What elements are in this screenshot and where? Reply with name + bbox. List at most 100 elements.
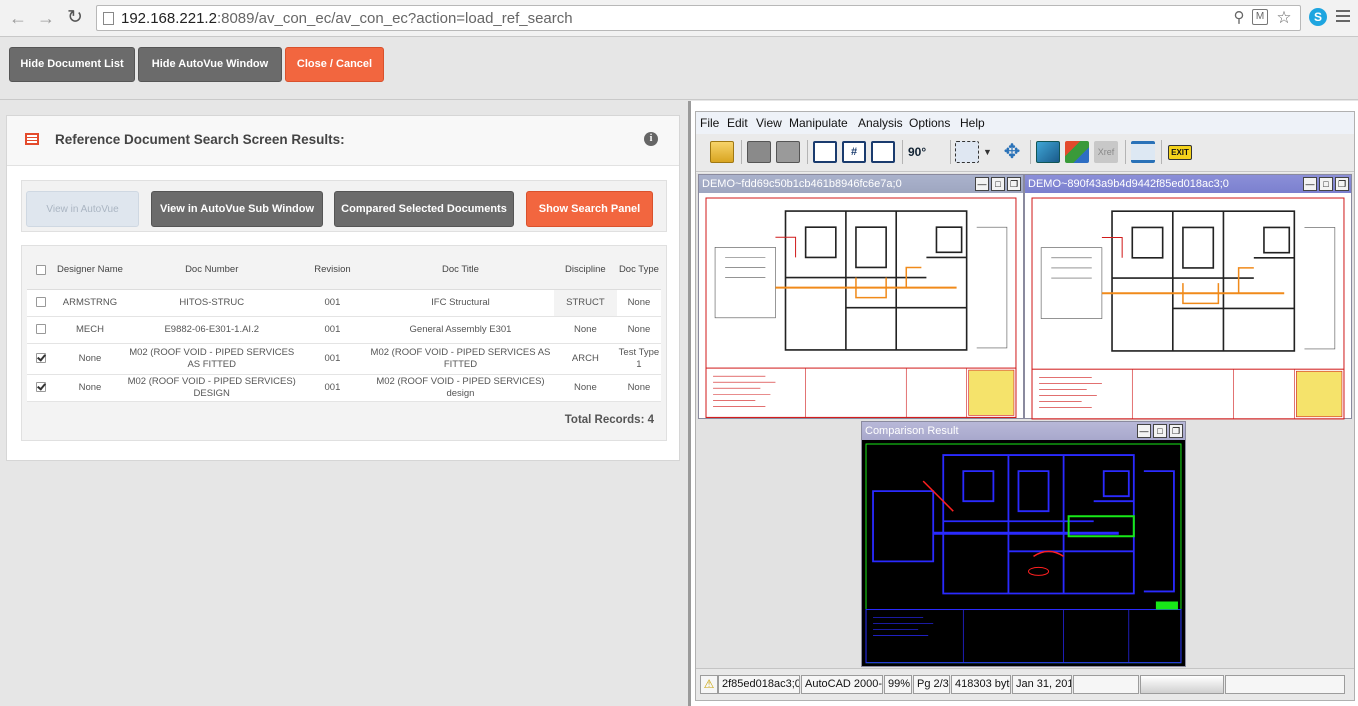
hide-document-list-button[interactable]: Hide Document List xyxy=(9,47,135,82)
menu-manipulate[interactable]: Manipulate xyxy=(789,116,848,130)
col-discipline[interactable]: Discipline xyxy=(553,251,617,290)
menu-analysis[interactable]: Analysis xyxy=(858,116,903,130)
address-bar[interactable]: 192.168.221.2:8089/av_con_ec/av_con_ec?a… xyxy=(96,5,1301,31)
rotate-icon[interactable]: 90° xyxy=(908,141,942,163)
menu-options[interactable]: Options xyxy=(909,116,950,130)
menu-edit[interactable]: Edit xyxy=(727,116,748,130)
zoom-icon[interactable]: ⚲ xyxy=(1230,9,1248,27)
first-page-icon[interactable] xyxy=(813,141,837,163)
extension-icon[interactable]: M xyxy=(1252,9,1268,25)
row-checkbox[interactable] xyxy=(35,296,46,307)
card-title: Reference Document Search Screen Results… xyxy=(55,132,345,147)
cell-discipline: None xyxy=(553,374,617,402)
maximize-icon[interactable]: □ xyxy=(991,177,1005,191)
cell-title: IFC Structural xyxy=(367,289,554,317)
forward-arrow-icon[interactable]: → xyxy=(35,7,57,29)
open-folder-icon[interactable] xyxy=(710,141,734,163)
view-in-autovue-sub-window-button[interactable]: View in AutoVue Sub Window xyxy=(151,191,323,227)
exit-icon[interactable]: EXIT xyxy=(1168,145,1192,160)
document-list-panel: Reference Document Search Screen Results… xyxy=(0,101,688,706)
status-file: 2f85ed018ac3;0 xyxy=(718,675,800,694)
table-row[interactable]: None M02 (ROOF VOID - PIPED SERVICES AS … xyxy=(27,343,661,375)
autovue-menubar: File Edit View Manipulate Analysis Optio… xyxy=(696,112,1354,134)
minimize-icon[interactable]: — xyxy=(975,177,989,191)
page-icon xyxy=(103,12,114,25)
cell-title: M02 (ROOF VOID - PIPED SERVICES) design xyxy=(367,374,554,402)
show-search-panel-button[interactable]: Show Search Panel xyxy=(526,191,653,227)
star-icon[interactable]: ☆ xyxy=(1275,9,1293,27)
fit-page-icon[interactable]: ✥ xyxy=(1000,141,1024,163)
menu-icon[interactable] xyxy=(1336,10,1350,25)
hide-autovue-window-button[interactable]: Hide AutoVue Window xyxy=(138,47,282,82)
cell-type: None xyxy=(616,289,661,317)
window-controls: — □ ❐ xyxy=(975,177,1021,191)
table-row[interactable]: MECH E9882-06-E301-1.AI.2 001 General As… xyxy=(27,316,661,344)
maximize-icon[interactable]: □ xyxy=(1319,177,1333,191)
minimize-icon[interactable]: — xyxy=(1303,177,1317,191)
row-checkbox[interactable] xyxy=(35,381,46,392)
menu-help[interactable]: Help xyxy=(960,116,985,130)
status-page: Pg 2/3 xyxy=(913,675,950,694)
close-cancel-button[interactable]: Close / Cancel xyxy=(285,47,384,82)
col-doc-title[interactable]: Doc Title xyxy=(367,251,554,290)
blocks-icon[interactable] xyxy=(1065,141,1089,163)
layers-icon[interactable] xyxy=(1036,141,1060,163)
cell-designer: MECH xyxy=(54,316,126,344)
info-icon[interactable]: i xyxy=(644,132,658,146)
cad-drawing xyxy=(705,197,1017,418)
results-card: Reference Document Search Screen Results… xyxy=(6,115,680,461)
cell-revision: 001 xyxy=(297,343,368,375)
results-table: Designer Name Doc Number Revision Doc Ti… xyxy=(27,251,661,402)
cell-type: None xyxy=(616,374,661,402)
table-row[interactable]: ARMSTRNG HITOS-STRUC 001 IFC Structural … xyxy=(27,289,661,317)
cell-designer: None xyxy=(54,374,126,402)
reload-icon[interactable]: ↻ xyxy=(64,7,86,29)
col-doc-type[interactable]: Doc Type xyxy=(616,251,661,290)
comparison-drawing xyxy=(863,441,1184,666)
row-checkbox[interactable] xyxy=(35,352,46,363)
autovue-toolbar: # 90° ▼ ✥ Xref EXIT xyxy=(696,134,1354,172)
restore-icon[interactable]: ❐ xyxy=(1169,424,1183,438)
cell-title: M02 (ROOF VOID - PIPED SERVICES AS FITTE… xyxy=(367,343,554,375)
status-date: Jan 31, 201 xyxy=(1012,675,1072,694)
chevron-down-icon[interactable]: ▼ xyxy=(983,141,993,163)
table-row[interactable]: None M02 (ROOF VOID - PIPED SERVICES) DE… xyxy=(27,374,661,402)
action-button-row: View in AutoVue View in AutoVue Sub Wind… xyxy=(21,180,667,232)
comparison-result-window[interactable]: Comparison Result — □ ❐ xyxy=(861,421,1186,667)
document-window-right[interactable]: DEMO~890f43a9b4d9442f85ed018ac3;0 — □ ❐ xyxy=(1024,174,1352,420)
row-checkbox[interactable] xyxy=(35,323,46,334)
skype-icon[interactable]: S xyxy=(1309,8,1327,26)
measure-icon[interactable] xyxy=(1131,141,1155,163)
cell-revision: 001 xyxy=(297,374,368,402)
app-toolbar: Hide Document List Hide AutoVue Window C… xyxy=(0,38,1358,100)
col-revision[interactable]: Revision xyxy=(297,251,368,290)
xref-icon[interactable]: Xref xyxy=(1094,141,1118,163)
print-icon[interactable] xyxy=(747,141,771,163)
restore-icon[interactable]: ❐ xyxy=(1335,177,1349,191)
col-designer-name[interactable]: Designer Name xyxy=(54,251,126,290)
total-records: Total Records: 4 xyxy=(564,414,654,426)
compared-selected-documents-button[interactable]: Compared Selected Documents xyxy=(334,191,514,227)
menu-file[interactable]: File xyxy=(700,116,719,130)
page-number-icon[interactable]: # xyxy=(842,141,866,163)
menu-view[interactable]: View xyxy=(756,116,782,130)
restore-icon[interactable]: ❐ xyxy=(1007,177,1021,191)
next-page-icon[interactable] xyxy=(871,141,895,163)
back-arrow-icon[interactable]: ← xyxy=(7,7,29,29)
print-preview-icon[interactable] xyxy=(776,141,800,163)
autovue-applet: File Edit View Manipulate Analysis Optio… xyxy=(695,111,1355,701)
table-icon xyxy=(25,133,39,145)
minimize-icon[interactable]: — xyxy=(1137,424,1151,438)
warning-icon[interactable]: ⚠ xyxy=(700,675,718,694)
cell-doc-number: M02 (ROOF VOID - PIPED SERVICES) DESIGN xyxy=(125,374,298,402)
view-in-autovue-button[interactable]: View in AutoVue xyxy=(26,191,139,227)
zoom-box-icon[interactable] xyxy=(955,141,979,163)
select-all-checkbox[interactable] xyxy=(35,264,46,275)
col-doc-number[interactable]: Doc Number xyxy=(125,251,298,290)
cell-discipline: None xyxy=(553,316,617,344)
cad-drawing xyxy=(1031,197,1345,420)
cell-revision: 001 xyxy=(297,316,368,344)
document-window-left[interactable]: DEMO~fdd69c50b1cb461b8946fc6e7a;0 — □ ❐ xyxy=(698,174,1024,419)
maximize-icon[interactable]: □ xyxy=(1153,424,1167,438)
status-empty xyxy=(1073,675,1139,694)
